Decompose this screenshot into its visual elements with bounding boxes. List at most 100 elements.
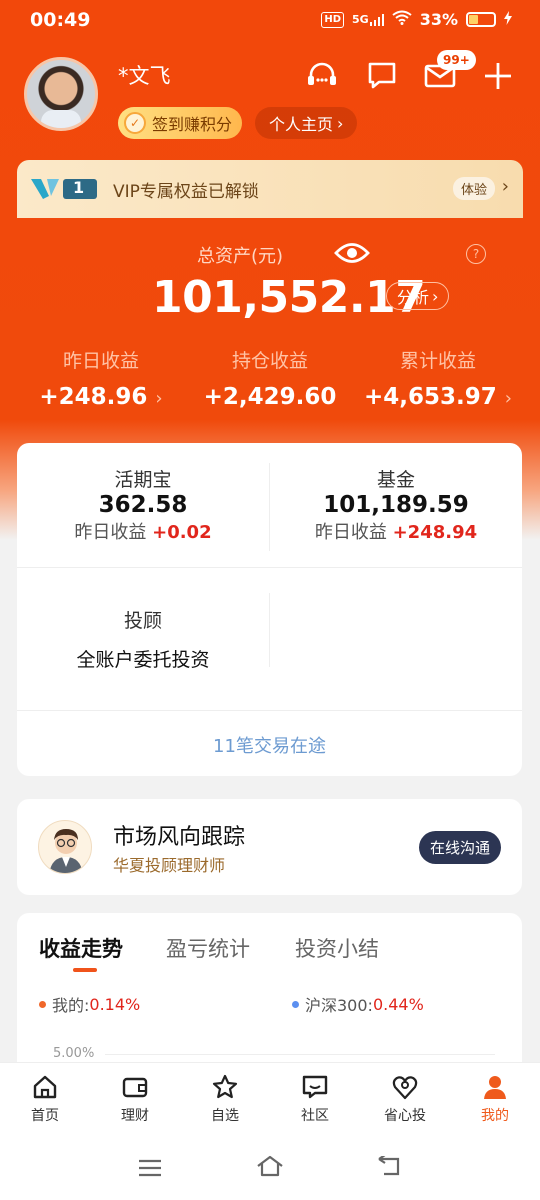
legend-index-value: 0.44%: [372, 994, 424, 1014]
chevron-right-icon: ›: [432, 286, 439, 306]
active-tab-indicator: [73, 968, 97, 972]
stat-yesterday[interactable]: +248.96 ›: [16, 384, 186, 410]
help-icon[interactable]: ?: [466, 244, 486, 264]
tabbar-wealth[interactable]: 理财: [90, 1063, 180, 1136]
tab-income-trend[interactable]: 收益走势: [39, 933, 123, 963]
legend-mine-value: 0.14%: [89, 994, 141, 1014]
status-time: 00:49: [30, 9, 91, 31]
grid-line: [105, 1054, 495, 1055]
huoqibao-yesterday: 昨日收益 +0.02: [17, 518, 269, 544]
tabbar-label: 我的: [481, 1108, 509, 1124]
huoqibao-yesterday-label: 昨日收益: [74, 522, 147, 543]
stat-value-holding: +2,429.60: [203, 384, 337, 410]
legend-dot-mine: [39, 1000, 46, 1008]
tabbar-label: 自选: [211, 1108, 239, 1124]
sign-in-label: 签到赚积分: [152, 115, 233, 134]
divider: [17, 710, 522, 711]
divider: [17, 567, 522, 568]
stat-label-holding: 持仓收益: [231, 350, 308, 372]
stat-value-cumulative: +4,653.97: [364, 384, 497, 410]
trend-card: 收益走势 盈亏统计 投资小结 我的: 0.14% 沪深300: 0.44% 5.…: [17, 913, 522, 1083]
heart-location-icon: [392, 1076, 418, 1100]
chevron-right-icon: ›: [501, 176, 509, 197]
person-icon: [484, 1076, 506, 1099]
menu-icon[interactable]: [138, 1158, 162, 1182]
sign-in-button[interactable]: ✓ 签到赚积分: [118, 107, 243, 139]
fund-amount: 101,189.59: [323, 492, 469, 518]
status-bar: 00:49 HD 5G 33%: [0, 0, 540, 42]
stat-label-cumulative: 累计收益: [399, 350, 476, 372]
tabbar-easy-invest[interactable]: 省心投: [360, 1063, 450, 1136]
advisor-avatar: [38, 820, 92, 874]
vip-level: 1: [73, 178, 85, 197]
fund-cell[interactable]: 基金 101,189.59 昨日收益 +248.94: [270, 465, 522, 544]
star-icon: [212, 1074, 238, 1099]
tabbar-label: 首页: [31, 1108, 59, 1124]
huoqibao-title: 活期宝: [114, 469, 172, 491]
plus-icon[interactable]: [480, 58, 516, 94]
chevron-right-icon: ›: [337, 113, 344, 133]
battery-icon: [466, 12, 496, 27]
tabbar-watchlist[interactable]: 自选: [180, 1063, 270, 1136]
signal-icon: 5G: [352, 13, 384, 26]
online-chat-button[interactable]: 在线沟通: [419, 831, 502, 864]
tab-investment-summary[interactable]: 投资小结: [295, 933, 379, 963]
profile-home-button[interactable]: 个人主页 ›: [255, 107, 358, 139]
headset-icon[interactable]: [304, 58, 340, 94]
tabbar-label: 社区: [301, 1108, 329, 1124]
tab-profit-stats[interactable]: 盈亏统计: [166, 933, 250, 963]
divider: [269, 593, 270, 667]
stat-cumulative[interactable]: +4,653.97 ›: [353, 384, 523, 410]
tabbar-label: 理财: [121, 1108, 149, 1124]
vip-try-label: 体验: [452, 177, 495, 200]
advisor-cell[interactable]: 投顾 全账户委托投资: [17, 606, 269, 672]
huoqibao-cell[interactable]: 活期宝 362.58 昨日收益 +0.02: [17, 465, 269, 544]
fund-yesterday-value: +248.94: [392, 522, 478, 543]
analysis-label: 分析: [397, 288, 430, 307]
tabbar-label: 省心投: [384, 1108, 426, 1124]
stat-value-yesterday: +248.96: [39, 384, 148, 410]
tabbar-home[interactable]: 首页: [0, 1063, 90, 1136]
wifi-icon: [392, 10, 412, 29]
advisor-desc: 全账户委托投资: [76, 649, 210, 671]
vip-text: VIP专属权益已解锁: [113, 181, 259, 202]
legend-mine-label: 我的:: [52, 996, 90, 1015]
legend-dot-index: [292, 1000, 299, 1008]
community-chat-icon: [302, 1075, 328, 1099]
bottom-tab-bar: 首页 理财 自选 社区 省心投 我的: [0, 1062, 540, 1136]
transit-link[interactable]: 11笔交易在途: [17, 732, 522, 758]
total-assets-label: 总资产(元): [0, 242, 540, 268]
back-icon[interactable]: [376, 1154, 402, 1182]
network-type: 5G: [352, 13, 369, 26]
huoqibao-amount: 362.58: [98, 492, 188, 518]
home-nav-icon[interactable]: [256, 1154, 284, 1182]
stat-holding[interactable]: +2,429.60: [185, 384, 355, 410]
total-assets-text: 总资产(元): [196, 246, 284, 267]
fund-yesterday-label: 昨日收益: [314, 522, 387, 543]
chat-bubble-icon[interactable]: [364, 58, 400, 94]
advisor-card-title: 市场风向跟踪: [113, 825, 246, 850]
legend-index: 沪深300: 0.44%: [292, 992, 424, 1016]
stat-label-yesterday: 昨日收益: [62, 350, 139, 372]
analysis-button[interactable]: 分析 ›: [386, 282, 450, 310]
system-nav-bar: [0, 1136, 540, 1200]
advisor-card[interactable]: 市场风向跟踪 华夏投顾理财师 在线沟通: [17, 799, 522, 895]
battery-percent: 33%: [419, 10, 458, 29]
total-assets-value: 101,552.17: [152, 272, 426, 323]
checkin-coin-icon: ✓: [124, 112, 146, 134]
status-indicators: HD 5G 33%: [321, 10, 512, 29]
avatar[interactable]: [24, 57, 98, 131]
home-icon: [33, 1075, 57, 1099]
tabbar-community[interactable]: 社区: [270, 1063, 360, 1136]
user-name: *文飞: [118, 64, 171, 88]
wallet-icon: [122, 1077, 148, 1098]
legend-mine: 我的: 0.14%: [39, 992, 140, 1016]
profile-home-label: 个人主页: [269, 115, 334, 134]
tabbar-mine[interactable]: 我的: [450, 1063, 540, 1136]
huoqibao-yesterday-value: +0.02: [152, 522, 212, 543]
fund-title: 基金: [376, 469, 415, 491]
eye-icon[interactable]: [334, 240, 370, 270]
vip-banner[interactable]: 1 VIP专属权益已解锁 体验 ›: [17, 160, 523, 218]
legend-index-label: 沪深300:: [305, 996, 373, 1015]
fund-yesterday: 昨日收益 +248.94: [270, 518, 522, 544]
